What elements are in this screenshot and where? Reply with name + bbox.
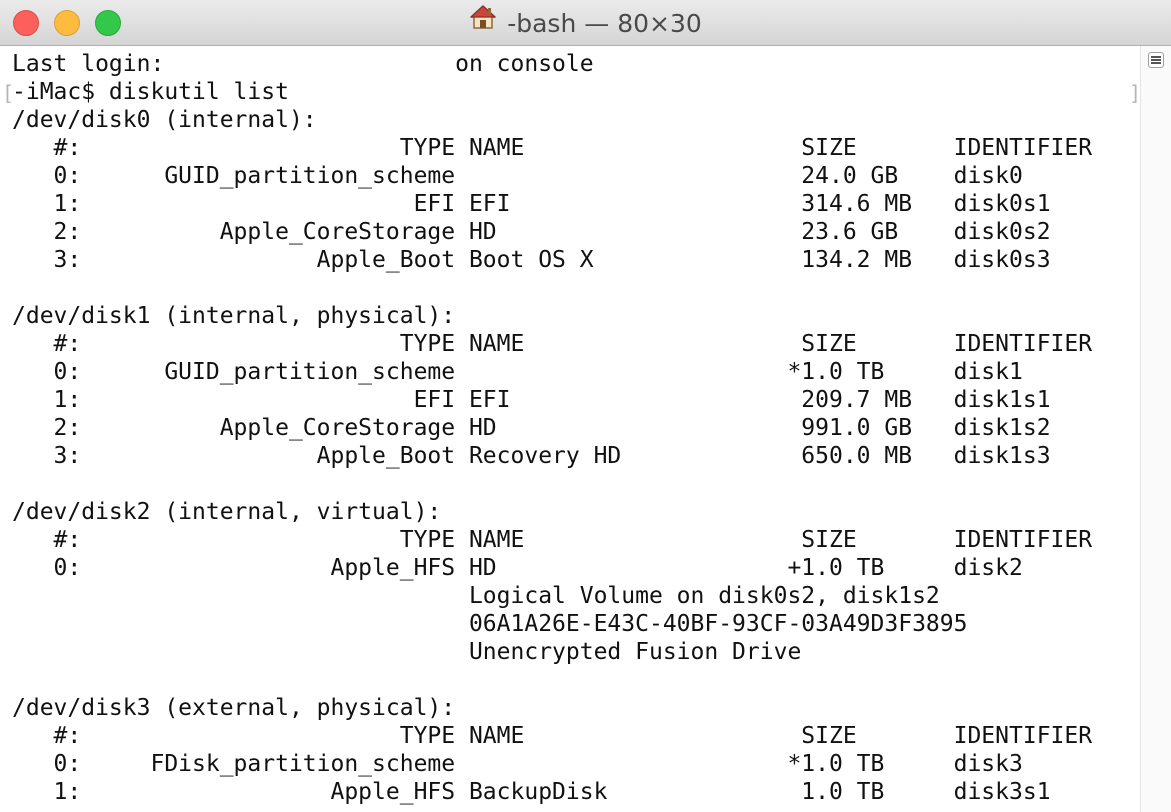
window-title-area: -bash — 80×30 bbox=[0, 0, 1171, 46]
terminal-output[interactable]: [ ] Last login: on console -iMac$ diskut… bbox=[0, 50, 1140, 812]
terminal-line: Unencrypted Fusion Drive bbox=[12, 639, 802, 665]
terminal-line: 1: EFI EFI 209.7 MB disk1s1 bbox=[12, 387, 1051, 413]
terminal-line: #: TYPE NAME SIZE IDENTIFIER bbox=[12, 331, 1093, 357]
home-icon bbox=[469, 0, 497, 45]
terminal-line: 0: Apple_HFS HD +1.0 TB disk2 bbox=[12, 555, 1023, 581]
terminal-line: /dev/disk3 (external, physical): bbox=[12, 695, 456, 721]
terminal-line: /dev/disk1 (internal, physical): bbox=[12, 303, 456, 329]
title-bar[interactable]: -bash — 80×30 bbox=[0, 0, 1171, 46]
terminal-line: 3: Apple_Boot Boot OS X 134.2 MB disk0s3 bbox=[12, 247, 1051, 273]
terminal-line: /dev/disk0 (internal): bbox=[12, 107, 317, 133]
terminal-line: #: TYPE NAME SIZE IDENTIFIER bbox=[12, 723, 1093, 749]
vertical-scrollbar[interactable] bbox=[1140, 46, 1171, 812]
terminal-line: /dev/disk2 (internal, virtual): bbox=[12, 499, 442, 525]
terminal-line: 2: Apple_CoreStorage HD 23.6 GB disk0s2 bbox=[12, 219, 1051, 245]
split-pane-icon[interactable] bbox=[1148, 52, 1164, 68]
terminal-line: Last login: on console bbox=[12, 51, 594, 77]
terminal-line: 1: EFI EFI 314.6 MB disk0s1 bbox=[12, 191, 1051, 217]
terminal-line: 2: Apple_CoreStorage HD 991.0 GB disk1s2 bbox=[12, 415, 1051, 441]
terminal-line: 0: FDisk_partition_scheme *1.0 TB disk3 bbox=[12, 751, 1023, 777]
terminal-line: -iMac$ diskutil list bbox=[12, 79, 289, 105]
terminal-line: #: TYPE NAME SIZE IDENTIFIER bbox=[12, 135, 1093, 161]
terminal-line: 1: Apple_HFS BackupDisk 1.0 TB disk3s1 bbox=[12, 779, 1051, 805]
terminal-line: Logical Volume on disk0s2, disk1s2 bbox=[12, 583, 940, 609]
terminal-line: 0: GUID_partition_scheme 24.0 GB disk0 bbox=[12, 163, 1023, 189]
terminal-line: 3: Apple_Boot Recovery HD 650.0 MB disk1… bbox=[12, 443, 1051, 469]
terminal-line: #: TYPE NAME SIZE IDENTIFIER bbox=[12, 527, 1093, 553]
window-title: -bash — 80×30 bbox=[507, 9, 702, 38]
terminal-line: 06A1A26E-E43C-40BF-93CF-03A49D3F3895 bbox=[12, 611, 968, 637]
terminal-line: 0: GUID_partition_scheme *1.0 TB disk1 bbox=[12, 359, 1023, 385]
mark-bracket-right: ] bbox=[1129, 81, 1140, 105]
terminal-window: -bash — 80×30 [ ] Last login: on console… bbox=[0, 0, 1171, 812]
